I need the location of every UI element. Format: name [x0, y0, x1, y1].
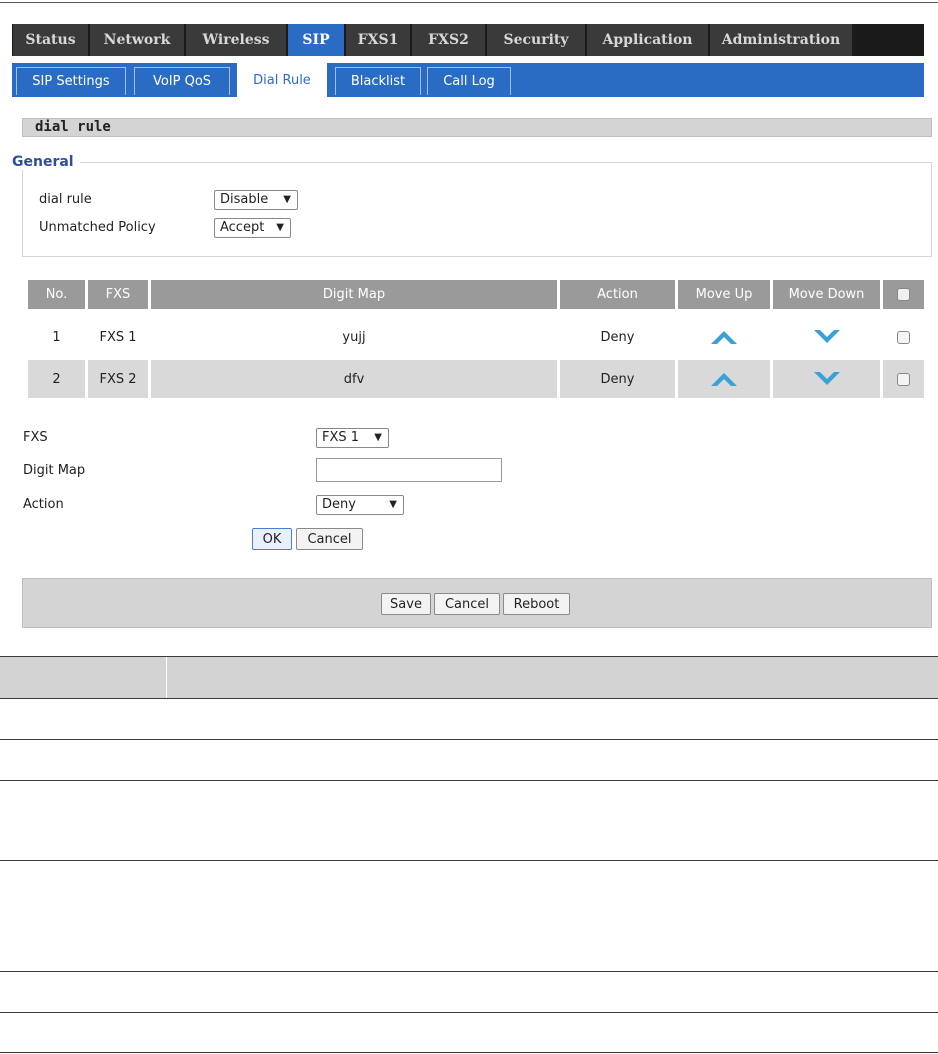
table-rule [0, 780, 938, 781]
table-cell-action: Deny [600, 329, 635, 345]
tab-network[interactable]: Network [90, 24, 184, 56]
col-header-select-all [883, 280, 924, 309]
chevron-down-icon [813, 372, 840, 385]
digit-map-input[interactable] [316, 458, 502, 482]
col-header-fxs: FXS [88, 280, 148, 309]
col-header-digit-map: Digit Map [151, 280, 557, 309]
cancel-button[interactable]: Cancel [434, 593, 500, 615]
row-checkbox[interactable] [897, 330, 910, 344]
row-select [883, 318, 924, 356]
ok-button[interactable]: OK [252, 528, 292, 550]
table-cell-fxs: FXS 2 [88, 360, 148, 398]
chevron-down-icon [813, 330, 840, 343]
subtab-call-log[interactable]: Call Log [427, 67, 511, 95]
top-rule [0, 2, 938, 3]
chevron-up-icon [711, 331, 737, 344]
tab-fxs2[interactable]: FXS2 [412, 24, 485, 56]
doc-table-divider [166, 657, 167, 698]
table-cell-no: 1 [52, 329, 61, 345]
table-rule [0, 698, 938, 699]
row-select [883, 360, 924, 398]
tab-application[interactable]: Application [587, 24, 708, 56]
table-rule [0, 739, 938, 740]
fxs-select[interactable]: FXS 1 ▼ [316, 428, 389, 448]
general-legend: General [12, 154, 80, 170]
tab-status[interactable]: Status [13, 24, 88, 56]
unmatched-policy-select[interactable]: Accept ▼ [214, 218, 291, 238]
table-rule [0, 1052, 938, 1053]
sub-nav: SIP Settings VoIP QoS Dial Rule Blacklis… [12, 63, 924, 97]
unmatched-policy-value: Accept [220, 220, 265, 235]
chevron-up-icon [711, 373, 737, 386]
tab-administration[interactable]: Administration [710, 24, 852, 56]
tab-sip[interactable]: SIP [288, 24, 344, 56]
unmatched-policy-label: Unmatched Policy [39, 220, 156, 235]
table-rule [0, 1012, 938, 1013]
form-cancel-button[interactable]: Cancel [296, 528, 363, 550]
dial-rule-label: dial rule [39, 192, 92, 207]
table-rule [0, 971, 938, 972]
doc-table-header [0, 657, 938, 698]
row-checkbox[interactable] [897, 372, 910, 386]
table-cell-fxs: FXS 1 [99, 329, 137, 345]
col-header-move-up: Move Up [678, 280, 770, 309]
main-nav: Status Network Wireless SIP FXS1 FXS2 Se… [12, 24, 924, 56]
subtab-voip-qos[interactable]: VoIP QoS [134, 67, 230, 95]
tab-security[interactable]: Security [487, 24, 585, 56]
table-cell-digit-map: yujj [342, 329, 366, 345]
chevron-down-icon: ▼ [374, 432, 382, 443]
save-button[interactable]: Save [381, 593, 431, 615]
general-fieldset [22, 162, 932, 257]
table-rule [0, 860, 938, 861]
table-rule [0, 656, 938, 657]
move-down-button[interactable] [773, 318, 880, 356]
move-up-button[interactable] [678, 318, 770, 356]
subtab-blacklist[interactable]: Blacklist [335, 67, 421, 95]
fxs-label: FXS [23, 430, 48, 445]
tab-fxs1[interactable]: FXS1 [346, 24, 410, 56]
table-cell-action: Deny [560, 360, 675, 398]
reboot-button[interactable]: Reboot [503, 593, 570, 615]
dial-rule-select[interactable]: Disable ▼ [214, 190, 298, 210]
action-select[interactable]: Deny ▼ [316, 495, 404, 515]
move-down-button[interactable] [773, 360, 880, 398]
chevron-down-icon: ▼ [276, 222, 284, 233]
section-title: dial rule [22, 118, 932, 137]
chevron-down-icon: ▼ [389, 499, 397, 510]
action-label: Action [23, 497, 64, 512]
select-all-checkbox[interactable] [897, 288, 910, 301]
action-select-value: Deny [322, 497, 356, 512]
subtab-dial-rule[interactable]: Dial Rule [237, 63, 327, 97]
subtab-sip-settings[interactable]: SIP Settings [16, 67, 126, 95]
digit-map-label: Digit Map [23, 463, 86, 478]
dial-rule-value: Disable [220, 192, 269, 207]
fxs-select-value: FXS 1 [322, 430, 360, 445]
col-header-move-down: Move Down [773, 280, 880, 309]
table-cell-no: 2 [28, 360, 85, 398]
tab-wireless[interactable]: Wireless [186, 24, 286, 56]
col-header-no: No. [28, 280, 85, 309]
chevron-down-icon: ▼ [283, 194, 291, 205]
col-header-action: Action [560, 280, 675, 309]
table-cell-digit-map: dfv [151, 360, 557, 398]
move-up-button[interactable] [678, 360, 770, 398]
